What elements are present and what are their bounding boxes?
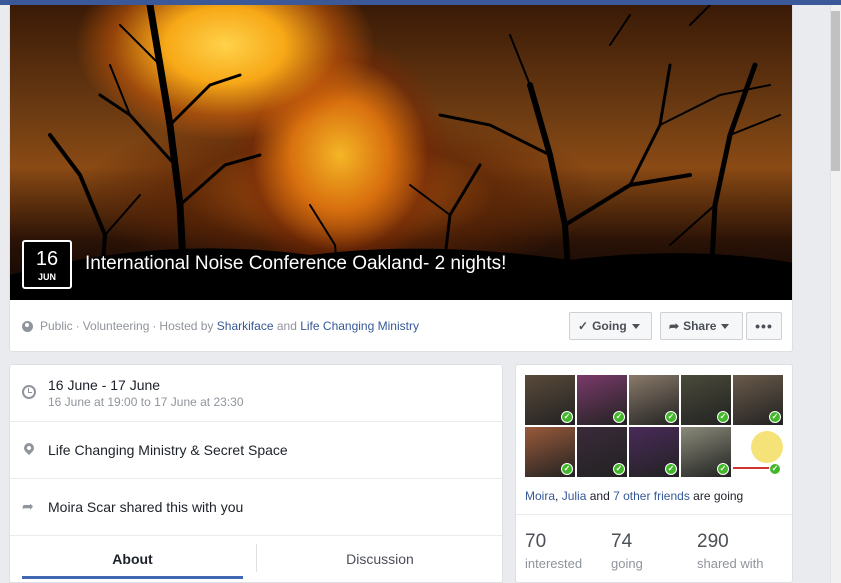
going-check-icon: ✓: [717, 411, 729, 423]
shared-with-you-text: Moira Scar shared this with you: [48, 499, 244, 515]
share-button[interactable]: ➦ Share: [660, 312, 743, 340]
shared-with-count: 290: [697, 531, 729, 552]
share-arrow-icon: ➦: [669, 319, 680, 333]
going-label: going: [611, 556, 643, 571]
friends-going-text: Moira, Julia and 7 other friends are goi…: [525, 489, 743, 503]
going-check-icon: ✓: [769, 411, 781, 423]
going-check-icon: ✓: [665, 463, 677, 475]
event-details-card: 16 June - 17 June 16 June at 19:00 to 17…: [9, 364, 503, 583]
meta-separator: ·: [75, 319, 80, 333]
going-button-label: Going: [592, 319, 627, 333]
chevron-down-icon: [721, 323, 730, 329]
avatar-yellow-circle: [751, 431, 783, 463]
are-going-label: are going: [693, 489, 744, 503]
event-location: Life Changing Ministry & Secret Space: [48, 442, 288, 458]
avatar[interactable]: ✓: [733, 427, 783, 477]
interested-count: 70: [525, 531, 547, 552]
event-date-month: JUN: [37, 272, 56, 282]
going-stat[interactable]: 74 going: [611, 531, 643, 571]
host-link-sharkiface[interactable]: Sharkiface: [217, 319, 274, 333]
and-label: and: [276, 319, 297, 333]
friend-link-julia[interactable]: Julia: [562, 489, 587, 503]
avatar[interactable]: ✓: [629, 375, 679, 425]
share-arrow-icon: ➦: [22, 498, 34, 514]
avatar[interactable]: ✓: [525, 375, 575, 425]
event-date-day: 16: [35, 248, 59, 270]
page-scrollbar[interactable]: [830, 5, 841, 583]
avatar[interactable]: ✓: [681, 375, 731, 425]
event-time-sub: 16 June at 19:00 to 17 June at 23:30: [48, 395, 244, 409]
visibility-label: Public: [40, 319, 73, 333]
going-check-icon: ✓: [613, 463, 625, 475]
going-check-icon: ✓: [665, 411, 677, 423]
avatar-red-line: [733, 467, 773, 469]
divider: [516, 514, 792, 515]
comma: ,: [555, 489, 559, 503]
chevron-down-icon: [631, 323, 640, 329]
going-check-icon: ✓: [717, 463, 729, 475]
going-count: 74: [611, 531, 633, 552]
globe-icon: [22, 320, 33, 332]
friend-link-moira[interactable]: Moira: [525, 489, 555, 503]
hosted-by-label: Hosted by: [159, 319, 214, 333]
scrollbar-thumb[interactable]: [831, 11, 840, 171]
friend-avatar-grid: ✓ ✓ ✓ ✓ ✓ ✓ ✓ ✓ ✓ ✓: [525, 375, 785, 479]
avatar[interactable]: ✓: [577, 427, 627, 477]
share-button-label: Share: [683, 319, 717, 333]
other-friends-link[interactable]: 7 other friends: [613, 489, 690, 503]
shared-with-label: shared with: [697, 556, 764, 571]
event-title: International Noise Conference Oakland- …: [85, 253, 507, 274]
clock-icon: [22, 385, 36, 399]
going-check-icon: ✓: [561, 411, 573, 423]
location-pin-icon: [21, 440, 37, 456]
going-button[interactable]: ✓ Going: [569, 312, 652, 340]
event-header-card: 16 JUN International Noise Conference Oa…: [9, 5, 793, 352]
host-link-life-changing-ministry[interactable]: Life Changing Ministry: [300, 319, 419, 333]
interested-label: interested: [525, 556, 583, 571]
event-date-badge: 16 JUN: [22, 240, 72, 289]
more-options-button[interactable]: •••: [746, 312, 782, 340]
avatar[interactable]: ✓: [629, 427, 679, 477]
shared-with-you-row[interactable]: ➦ Moira Scar shared this with you: [10, 479, 502, 536]
cover-photo[interactable]: 16 JUN International Noise Conference Oa…: [10, 5, 792, 300]
check-icon: ✓: [578, 319, 589, 333]
going-check-icon: ✓: [561, 463, 573, 475]
tab-discussion[interactable]: Discussion: [258, 536, 502, 582]
avatar[interactable]: ✓: [733, 375, 783, 425]
going-check-icon: ✓: [769, 463, 781, 475]
avatar[interactable]: ✓: [577, 375, 627, 425]
avatar[interactable]: ✓: [525, 427, 575, 477]
event-time-row[interactable]: 16 June - 17 June 16 June at 19:00 to 17…: [10, 365, 502, 422]
avatar[interactable]: ✓: [681, 427, 731, 477]
and-label: and: [589, 489, 610, 503]
tab-divider: [256, 544, 257, 572]
event-tabs: About Discussion: [10, 536, 502, 582]
shared-with-stat[interactable]: 290 shared with: [697, 531, 763, 571]
interested-stat[interactable]: 70 interested: [525, 531, 582, 571]
going-check-icon: ✓: [613, 411, 625, 423]
tab-about[interactable]: About: [22, 536, 243, 582]
event-location-row[interactable]: Life Changing Ministry & Secret Space: [10, 422, 502, 479]
friends-going-card: ✓ ✓ ✓ ✓ ✓ ✓ ✓ ✓ ✓ ✓ Moira, Julia and 7 o…: [515, 364, 793, 583]
category-label: Volunteering: [82, 319, 150, 333]
event-meta: Public · Volunteering · Hosted by Sharkiface…: [22, 319, 419, 333]
event-time-main: 16 June - 17 June: [48, 377, 161, 393]
meta-separator: ·: [152, 319, 157, 333]
